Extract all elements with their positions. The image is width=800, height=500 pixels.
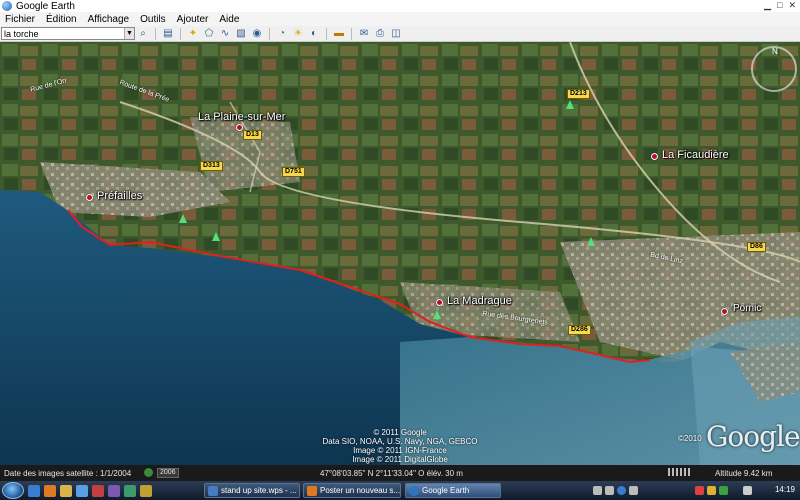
tour-icon[interactable]: ◉ — [249, 27, 265, 41]
search-input[interactable] — [2, 28, 122, 40]
path-icon[interactable]: ∿ — [217, 27, 233, 41]
toolbar-divider — [155, 27, 156, 40]
firefox-icon — [307, 486, 317, 496]
menu-bar: Fichier Édition Affichage Outils Ajouter… — [0, 12, 800, 26]
menu-fichier[interactable]: Fichier — [0, 14, 41, 25]
menu-affichage[interactable]: Affichage — [83, 14, 136, 25]
play-icon[interactable] — [617, 486, 626, 495]
history-icon[interactable]: ◔ — [274, 27, 290, 41]
place-label-prefailles[interactable]: Préfailles — [97, 190, 142, 202]
taskbar: stand up site.wps - ... Poster un nouvea… — [0, 481, 800, 500]
google-earth-icon — [409, 486, 419, 496]
window-controls: ▁ □ ✕ — [764, 0, 796, 11]
navigation-compass[interactable]: N — [751, 46, 797, 92]
start-button[interactable] — [2, 482, 24, 499]
media-player-icon[interactable] — [593, 486, 602, 495]
streaming-icon — [668, 468, 690, 476]
sun-icon[interactable]: ☀ — [290, 27, 306, 41]
road-sign-d13: D13 — [243, 130, 262, 140]
google-earth-icon — [2, 1, 12, 11]
road-sign-d751: D751 — [282, 167, 305, 177]
road-sign-d213: D213 — [567, 89, 590, 99]
firefox-icon[interactable] — [44, 484, 56, 497]
place-pin[interactable] — [651, 153, 658, 160]
placemark-icon[interactable]: ✦ — [185, 27, 201, 41]
media-player-icon[interactable] — [605, 486, 614, 495]
search-combobox[interactable]: ▼ — [1, 27, 135, 40]
place-pin[interactable] — [721, 308, 728, 315]
maximize-button[interactable]: □ — [777, 0, 782, 11]
ie-icon[interactable] — [28, 484, 40, 497]
status-bar: Date des images satellite : 1/1/2004 200… — [0, 465, 800, 481]
place-label-la-plaine[interactable]: La Plaine-sur-Mer — [198, 111, 285, 123]
map-attribution: © 2011 Google Data SIO, NOAA, U.S. Navy,… — [322, 428, 478, 464]
antivirus-icon[interactable] — [707, 486, 716, 495]
toolbar: ▼ ⌕ ▤ ✦ ⬠ ∿ ▧ ◉ ◔ ☀ ◐ ▬ ✉ ⎙ ◫ — [0, 26, 800, 42]
task-button-wps[interactable]: stand up site.wps - ... — [204, 483, 300, 498]
park-icon[interactable] — [587, 237, 595, 246]
search-icon[interactable]: ⌕ — [135, 27, 151, 41]
place-label-la-madrague[interactable]: La Madrague — [447, 295, 512, 307]
chevron-down-icon[interactable]: ▼ — [124, 28, 134, 39]
system-tray: 14:19 — [585, 483, 800, 498]
volume-icon[interactable] — [743, 486, 752, 495]
app-icon[interactable] — [140, 484, 152, 497]
overlay-icon[interactable]: ▧ — [233, 27, 249, 41]
road-sign-d86: D86 — [747, 242, 766, 252]
window-title: Google Earth — [16, 0, 75, 12]
menu-outils[interactable]: Outils — [135, 14, 172, 25]
toolbar-divider — [180, 27, 181, 40]
minimize-button[interactable]: ▁ — [764, 0, 771, 11]
explorer-icon[interactable] — [60, 484, 72, 497]
title-bar: Google Earth ▁ □ ✕ — [0, 0, 800, 12]
place-label-la-ficaudiere[interactable]: La Ficaudière — [662, 149, 729, 161]
place-pin[interactable] — [436, 299, 443, 306]
road-sign-d286: D286 — [568, 325, 591, 335]
imagery-date: Date des images satellite : 1/1/2004 — [4, 469, 132, 478]
google-logo: Google — [706, 420, 800, 453]
satellite-imagery — [0, 42, 800, 465]
media-icon[interactable] — [76, 484, 88, 497]
imagery-year[interactable]: 2006 — [157, 468, 179, 478]
polygon-icon[interactable]: ⬠ — [201, 27, 217, 41]
task-button-google-earth[interactable]: Google Earth — [405, 483, 501, 498]
network-icon[interactable] — [695, 486, 704, 495]
security-icon[interactable] — [719, 486, 728, 495]
park-icon[interactable] — [566, 100, 574, 109]
toolbar-divider — [326, 27, 327, 40]
app-icon[interactable] — [108, 484, 120, 497]
place-pin[interactable] — [86, 194, 93, 201]
park-icon[interactable] — [433, 310, 441, 319]
history-icon[interactable] — [144, 468, 153, 477]
menu-ajouter[interactable]: Ajouter — [172, 14, 215, 25]
altitude-readout: Altitude 9.42 km — [715, 469, 773, 478]
close-button[interactable]: ✕ — [788, 0, 796, 11]
sidebar-icon[interactable]: ▤ — [160, 27, 176, 41]
map-copyright: ©2010 — [678, 434, 702, 443]
media-player-icon[interactable] — [629, 486, 638, 495]
document-icon — [208, 486, 218, 496]
park-icon[interactable] — [179, 214, 187, 223]
ruler-icon[interactable]: ▬ — [331, 27, 347, 41]
app-icon[interactable] — [92, 484, 104, 497]
menu-edition[interactable]: Édition — [41, 14, 83, 25]
cursor-coordinates: 47°08'03.85" N 2°11'33.04" O élév. 30 m — [320, 469, 463, 478]
toolbar-divider — [351, 27, 352, 40]
toolbar-divider — [269, 27, 270, 40]
road-sign-d313: D313 — [200, 161, 223, 171]
print-icon[interactable]: ⎙ — [372, 27, 388, 41]
app-icon[interactable] — [124, 484, 136, 497]
map-view[interactable]: N Préfailles La Plaine-sur-Mer La Ficaud… — [0, 42, 800, 465]
menu-aide[interactable]: Aide — [214, 14, 245, 25]
email-icon[interactable]: ✉ — [356, 27, 372, 41]
place-label-pornic[interactable]: Pornic — [733, 303, 761, 314]
task-button-firefox[interactable]: Poster un nouveau s... — [303, 483, 401, 498]
place-pin[interactable] — [236, 124, 243, 131]
planets-icon[interactable]: ◐ — [306, 27, 322, 41]
park-icon[interactable] — [212, 232, 220, 241]
maps-icon[interactable]: ◫ — [388, 27, 404, 41]
clock[interactable]: 14:19 — [775, 485, 795, 494]
